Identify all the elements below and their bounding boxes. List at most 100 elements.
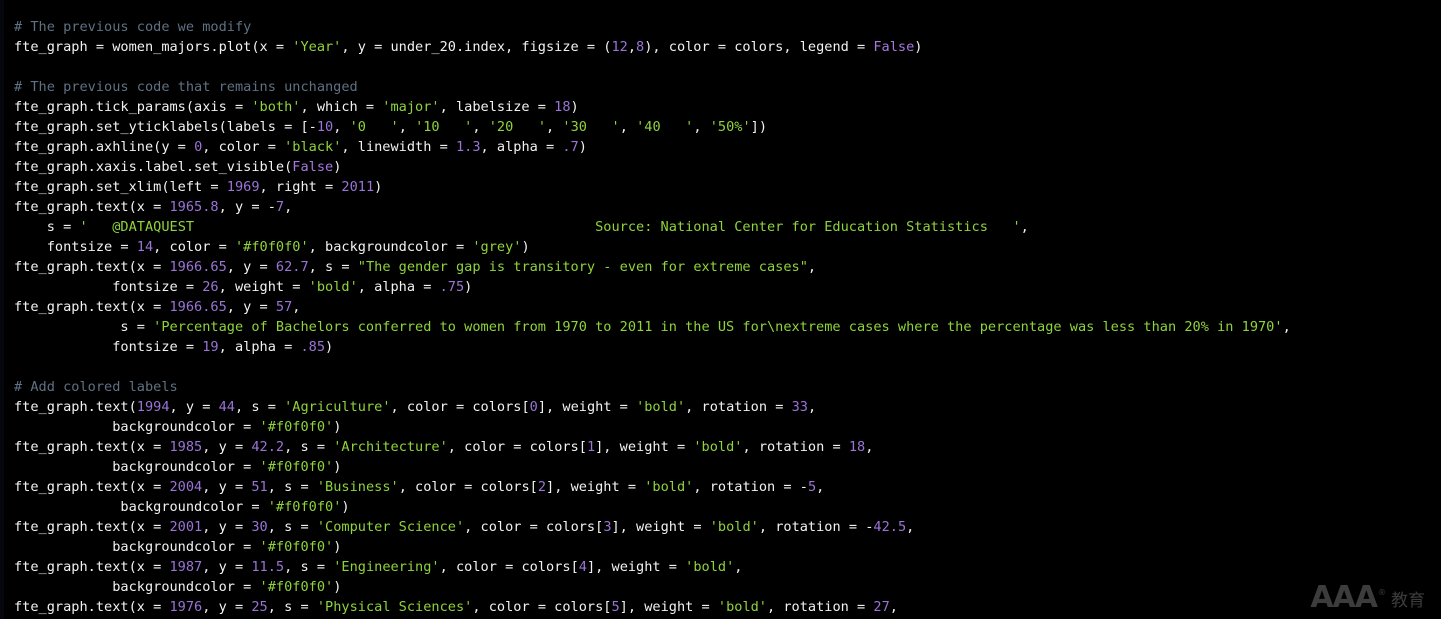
code-token-string: '30 '	[562, 118, 620, 135]
watermark-brand-text: AAA	[1310, 580, 1378, 615]
code-token-number: 51	[251, 478, 268, 495]
code-token-plain: ,	[906, 518, 915, 535]
code-token-plain: , rotation =	[693, 478, 800, 495]
code-token-number: .7	[562, 138, 579, 155]
code-token-keyword: False	[873, 38, 915, 55]
code-line[interactable]: s = 'Percentage of Bachelors conferred t…	[14, 317, 1290, 337]
code-line[interactable]: backgroundcolor = '#f0f0f0')	[14, 577, 1291, 597]
code-token-string: 'bold'	[709, 518, 759, 535]
code-line[interactable]: fte_graph.text(1994, y = 44, s = 'Agricu…	[14, 397, 1291, 417]
code-line[interactable]: backgroundcolor = '#f0f0f0')	[14, 537, 1291, 557]
code-line[interactable]: fte_graph.set_xlim(left = 1969, right = …	[14, 177, 1291, 197]
code-line[interactable]: backgroundcolor = '#f0f0f0')	[14, 497, 1291, 517]
code-token-string: 'bold'	[644, 478, 694, 495]
code-token-plain: fte_graph.text(x =	[14, 598, 170, 615]
code-line[interactable]: fte_graph.axhline(y = 0, color = 'black'…	[14, 137, 1291, 157]
code-token-plain: )	[374, 178, 383, 195]
code-token-string: ' @DATAQUEST Source: National Center for…	[79, 218, 1021, 235]
code-token-plain: , s =	[267, 478, 317, 495]
code-line[interactable]: fte_graph.text(x = 1976, y = 25, s = 'Ph…	[14, 597, 1291, 617]
code-token-plain: , which =	[300, 98, 383, 115]
code-line[interactable]: fte_graph.text(x = 1966.65, y = 62.7, s …	[14, 257, 1291, 277]
code-token-plain: ,	[284, 198, 293, 215]
code-token-number: 11.5	[251, 558, 285, 575]
code-line[interactable]: fte_graph.text(x = 1987, y = 11.5, s = '…	[14, 557, 1291, 577]
code-token-plain: , color = colors[	[439, 558, 579, 575]
code-token-plain: , right =	[259, 178, 342, 195]
code-token-plain: fte_graph.xaxis.label.set_visible(	[14, 158, 293, 175]
code-token-plain: backgroundcolor =	[14, 418, 260, 435]
code-line[interactable]: fte_graph.xaxis.label.set_visible(False)	[14, 157, 1291, 177]
code-line[interactable]	[14, 357, 1291, 377]
code-token-plain: , s =	[267, 518, 317, 535]
code-token-plain: , linewidth =	[341, 138, 456, 155]
code-token-plain: )	[464, 278, 473, 295]
code-line[interactable]: # The previous code that remains unchang…	[14, 77, 1291, 97]
code-line[interactable]: fte_graph.set_yticklabels(labels = [-10,…	[14, 117, 1291, 137]
code-token-plain: fte_graph.set_xlim(left =	[14, 178, 227, 195]
code-token-number: 2001	[169, 518, 203, 535]
code-token-number: 44	[218, 398, 235, 415]
code-line[interactable]: fte_graph.text(x = 1985, y = 42.2, s = '…	[14, 437, 1291, 457]
code-token-plain: ])	[750, 118, 768, 135]
code-line[interactable]: fte_graph.text(x = 2001, y = 30, s = 'Co…	[14, 517, 1291, 537]
watermark: AAA ® 教育	[1310, 583, 1427, 613]
code-token-plain: ,	[619, 118, 637, 135]
code-token-plain: , alpha =	[218, 338, 301, 355]
code-token-comment: # The previous code that remains unchang…	[14, 78, 358, 95]
code-token-plain: , backgroundcolor =	[308, 238, 473, 255]
code-token-string: 'bold'	[717, 598, 767, 615]
code-token-string: 'Physical Sciences'	[316, 598, 473, 615]
code-token-plain: , weight =	[218, 278, 309, 295]
code-token-number: 57	[275, 298, 293, 315]
code-line[interactable]: # The previous code we modify	[14, 17, 1291, 37]
code-token-plain: fte_graph.text(x =	[14, 438, 170, 455]
code-token-plain: ,	[546, 118, 563, 135]
code-token-number: .85	[300, 338, 326, 355]
code-token-plain: )	[333, 578, 342, 595]
watermark-suffix-text: 教育	[1391, 591, 1425, 611]
code-line[interactable]: backgroundcolor = '#f0f0f0')	[14, 457, 1291, 477]
code-line[interactable]: s = ' @DATAQUEST Source: National Center…	[14, 217, 1291, 237]
code-token-plain: , s =	[284, 558, 334, 575]
registered-trademark-icon: ®	[1378, 588, 1386, 597]
code-token-plain: ,	[1020, 218, 1029, 235]
code-token-plain: , color =	[153, 238, 235, 255]
code-line[interactable]: fte_graph.tick_params(axis = 'both', whi…	[14, 97, 1291, 117]
code-token-number: 1976	[169, 598, 203, 615]
code-token-plain: ,	[333, 118, 350, 135]
code-token-plain: ], weight =	[619, 598, 718, 615]
code-token-plain: -	[267, 198, 276, 215]
code-token-number: 25	[251, 598, 268, 615]
code-line[interactable]: backgroundcolor = '#f0f0f0')	[14, 417, 1291, 437]
code-token-plain: ], weight =	[586, 558, 686, 575]
code-line[interactable]: # Add colored labels	[14, 377, 1291, 397]
code-token-number: 1.3	[455, 138, 481, 155]
code-token-number: 10	[316, 118, 334, 135]
code-token-plain: , labelsize =	[439, 98, 555, 115]
code-line[interactable]	[14, 57, 1291, 77]
python-code-block[interactable]: # The previous code we modify fte_graph =…	[0, 14, 1291, 619]
code-token-string: 'bold'	[693, 438, 743, 455]
code-token-number: .75	[439, 278, 465, 295]
code-token-number: 42.5	[873, 518, 907, 535]
code-token-plain: fte_graph.text(x =	[14, 298, 170, 315]
code-token-number: 5	[611, 598, 620, 615]
code-token-plain: ,	[816, 478, 825, 495]
code-line[interactable]: fte_graph.text(x = 1965.8, y = -7,	[14, 197, 1291, 217]
code-token-plain: fte_graph.text(x =	[14, 478, 170, 495]
code-line[interactable]: fte_graph = women_majors.plot(x = 'Year'…	[14, 37, 1291, 57]
code-line[interactable]: fontsize = 26, weight = 'bold', alpha = …	[14, 277, 1291, 297]
code-line[interactable]: fte_graph.text(x = 1966.65, y = 57,	[14, 297, 1291, 317]
code-token-string: '10 '	[415, 118, 473, 135]
code-token-plain: fte_graph.text(x =	[14, 258, 170, 275]
code-token-plain: -	[308, 118, 317, 135]
code-token-plain: , color = colors[	[390, 398, 530, 415]
code-line[interactable]: fte_graph.text(x = 2004, y = 51, s = 'Bu…	[14, 477, 1291, 497]
code-line[interactable]: fontsize = 19, alpha = .85)	[14, 337, 1291, 357]
code-line[interactable]: fontsize = 14, color = '#f0f0f0', backgr…	[14, 237, 1291, 257]
code-token-number: 33	[791, 398, 808, 415]
code-token-plain: ], weight =	[611, 518, 710, 535]
code-token-plain: ,	[693, 118, 710, 135]
code-token-number: 1966.65	[169, 258, 227, 275]
